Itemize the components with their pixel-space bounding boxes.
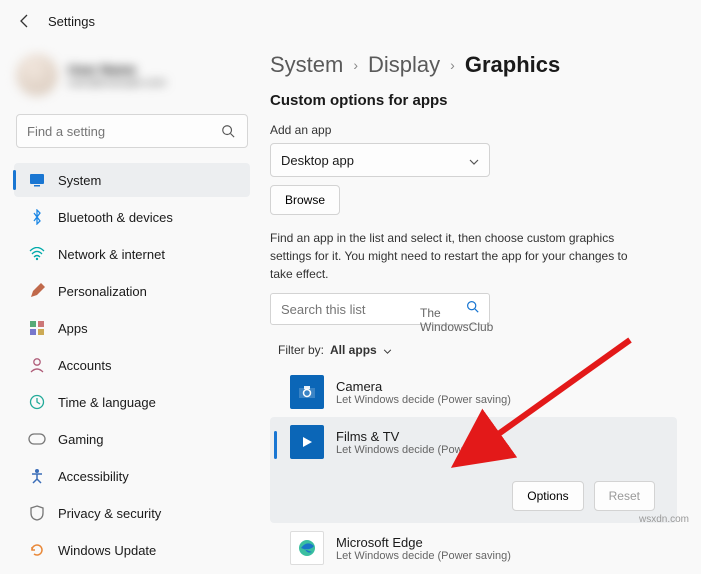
sidebar-item-label: Accessibility	[58, 469, 129, 484]
avatar	[16, 54, 58, 96]
settings-search[interactable]	[16, 114, 248, 148]
filter-row[interactable]: Filter by: All apps	[278, 343, 677, 357]
crumb-system[interactable]: System	[270, 52, 343, 78]
person-icon	[28, 356, 46, 374]
profile-email: user@example.com	[68, 77, 166, 89]
films-tv-icon	[290, 425, 324, 459]
breadcrumb: System › Display › Graphics	[270, 52, 677, 78]
section-heading: Custom options for apps	[270, 92, 677, 109]
app-row-edge[interactable]: Microsoft Edge Let Windows decide (Power…	[270, 523, 677, 573]
sidebar-item-label: Gaming	[58, 432, 104, 447]
update-icon	[28, 541, 46, 559]
search-icon	[219, 122, 237, 140]
sidebar-item-gaming[interactable]: Gaming	[14, 422, 250, 456]
wifi-icon	[28, 245, 46, 263]
crumb-graphics: Graphics	[465, 52, 560, 78]
app-name: Microsoft Edge	[336, 535, 511, 550]
app-sub: Let Windows decide (Power saving)	[336, 550, 511, 562]
apps-icon	[28, 319, 46, 337]
profile-block[interactable]: User Name user@example.com	[6, 48, 258, 110]
search-input[interactable]	[27, 124, 219, 139]
sidebar-item-label: System	[58, 173, 101, 188]
footer-credit: wsxdn.com	[639, 514, 689, 525]
description-text: Find an app in the list and select it, t…	[270, 229, 650, 283]
shield-icon	[28, 504, 46, 522]
paint-icon	[28, 282, 46, 300]
browse-button[interactable]: Browse	[270, 185, 340, 215]
sidebar-item-label: Accounts	[58, 358, 111, 373]
camera-icon	[290, 375, 324, 409]
profile-name: User Name	[68, 62, 166, 77]
back-button[interactable]	[16, 12, 34, 30]
sidebar-item-update[interactable]: Windows Update	[14, 533, 250, 567]
watermark: The WindowsClub	[420, 306, 493, 335]
sidebar-item-privacy[interactable]: Privacy & security	[14, 496, 250, 530]
sidebar-item-apps[interactable]: Apps	[14, 311, 250, 345]
crumb-display[interactable]: Display	[368, 52, 440, 78]
chevron-right-icon: ›	[353, 57, 358, 73]
options-button[interactable]: Options	[512, 481, 583, 511]
bluetooth-icon	[28, 208, 46, 226]
sidebar-item-label: Windows Update	[58, 543, 156, 558]
accessibility-icon	[28, 467, 46, 485]
chevron-down-icon	[383, 343, 392, 357]
sidebar-item-label: Apps	[58, 321, 88, 336]
filter-value: All apps	[330, 343, 377, 357]
app-name: Camera	[336, 379, 511, 394]
app-sub: Let Windows decide (Power saving)	[336, 394, 511, 406]
app-sub: Let Windows decide (Power saving)	[336, 444, 511, 456]
sidebar-item-label: Bluetooth & devices	[58, 210, 173, 225]
sidebar-item-accounts[interactable]: Accounts	[14, 348, 250, 382]
sidebar: User Name user@example.com System Blueto…	[0, 42, 258, 574]
add-app-label: Add an app	[270, 123, 677, 137]
reset-button[interactable]: Reset	[594, 481, 655, 511]
filter-label: Filter by:	[278, 343, 324, 357]
sidebar-item-label: Network & internet	[58, 247, 165, 262]
chevron-right-icon: ›	[450, 57, 455, 73]
app-type-dropdown[interactable]: Desktop app	[270, 143, 490, 177]
app-name: Films & TV	[336, 429, 511, 444]
display-icon	[28, 171, 46, 189]
sidebar-item-label: Privacy & security	[58, 506, 161, 521]
chevron-down-icon	[469, 153, 479, 168]
clock-icon	[28, 393, 46, 411]
window-title: Settings	[48, 14, 95, 29]
sidebar-item-accessibility[interactable]: Accessibility	[14, 459, 250, 493]
sidebar-item-network[interactable]: Network & internet	[14, 237, 250, 271]
sidebar-item-personalization[interactable]: Personalization	[14, 274, 250, 308]
sidebar-item-label: Time & language	[58, 395, 156, 410]
sidebar-item-bluetooth[interactable]: Bluetooth & devices	[14, 200, 250, 234]
sidebar-item-label: Personalization	[58, 284, 147, 299]
sidebar-item-time[interactable]: Time & language	[14, 385, 250, 419]
gaming-icon	[28, 430, 46, 448]
app-row-camera[interactable]: Camera Let Windows decide (Power saving)	[270, 367, 677, 417]
edge-icon	[290, 531, 324, 565]
app-row-films-tv[interactable]: Films & TV Let Windows decide (Power sav…	[270, 417, 677, 523]
dropdown-value: Desktop app	[281, 153, 354, 168]
sidebar-item-system[interactable]: System	[14, 163, 250, 197]
